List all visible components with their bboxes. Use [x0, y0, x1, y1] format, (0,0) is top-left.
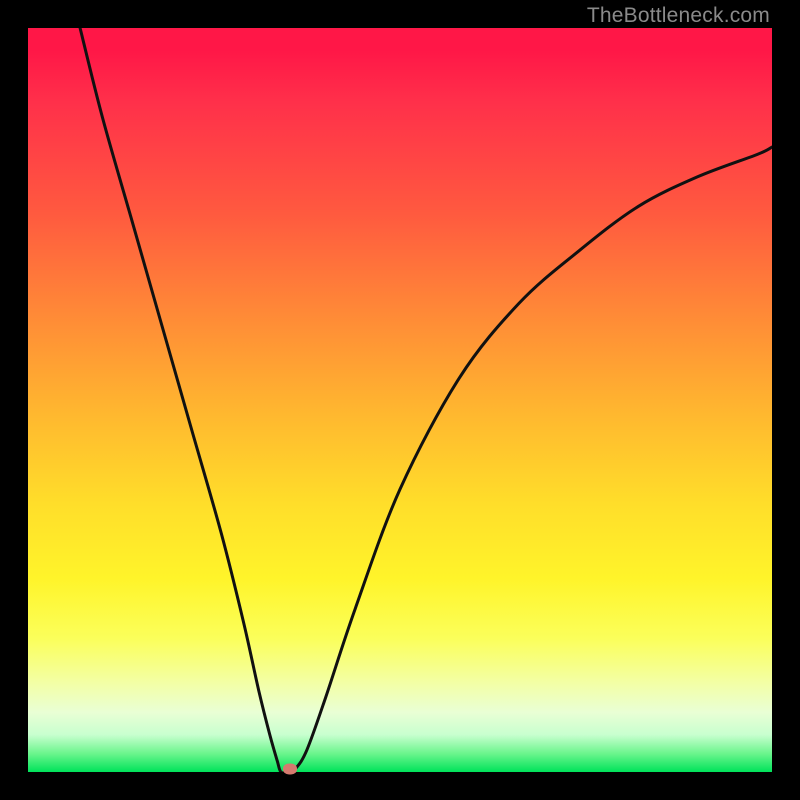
- optimal-point-marker: [283, 764, 297, 775]
- plot-area: [28, 28, 772, 772]
- bottleneck-curve-path: [80, 28, 772, 772]
- watermark-text: TheBottleneck.com: [587, 4, 770, 28]
- curve-svg: [28, 28, 772, 772]
- chart-frame: TheBottleneck.com: [0, 0, 800, 800]
